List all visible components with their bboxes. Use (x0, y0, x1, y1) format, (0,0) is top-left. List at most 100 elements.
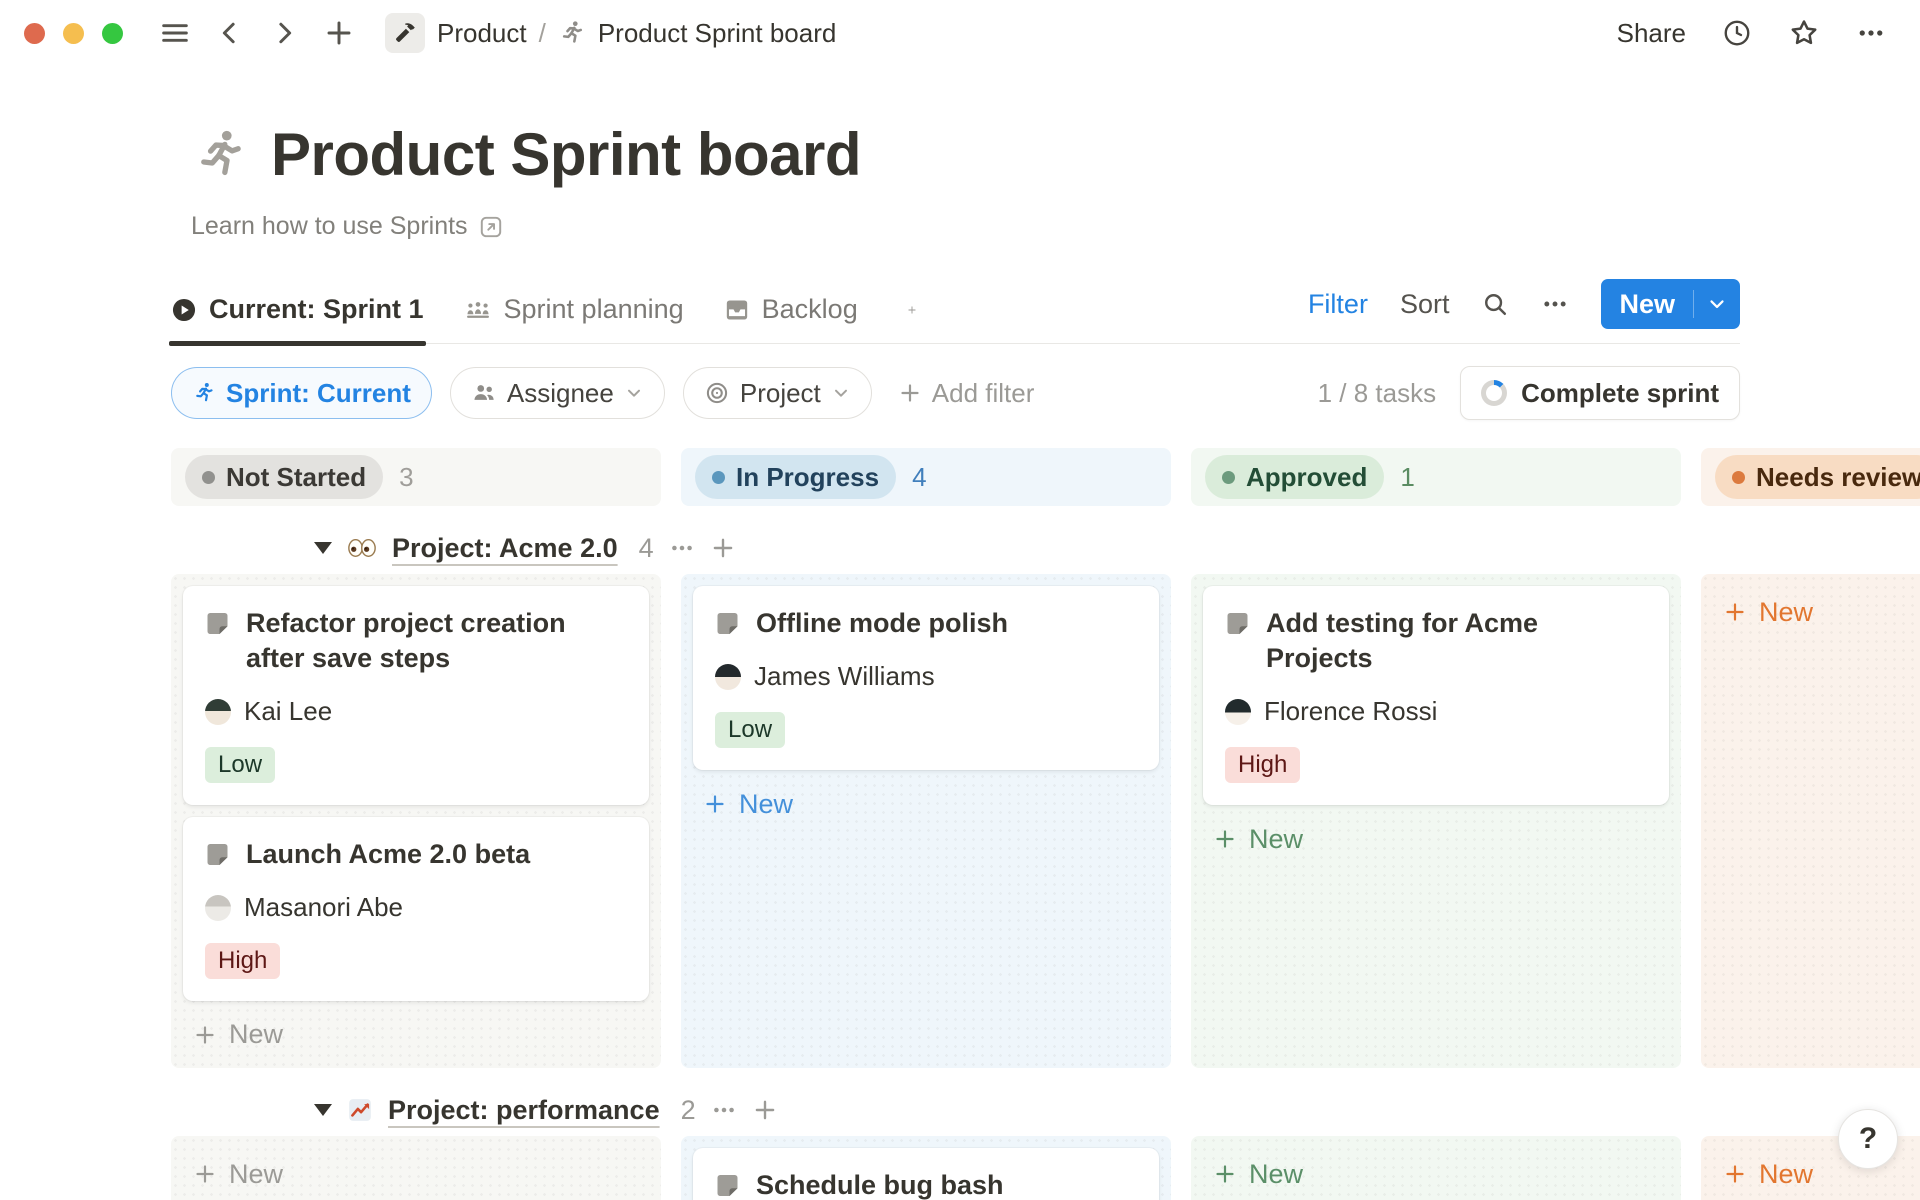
window-zoom-button[interactable] (102, 23, 123, 44)
sidebar-menu-icon[interactable] (159, 17, 191, 49)
lane-in-progress: Offline mode polish James Williams Low N… (681, 574, 1171, 1068)
topbar: Product / Product Sprint board Share (0, 0, 1920, 66)
learn-sprints-link[interactable]: Learn how to use Sprints (191, 212, 468, 241)
plus-icon (898, 381, 922, 405)
sprint-progress-ring (1481, 380, 1507, 406)
breadcrumb-separator: / (539, 18, 546, 49)
group-add-icon[interactable] (752, 1097, 778, 1123)
group-add-icon[interactable] (710, 535, 736, 561)
runner-icon (558, 19, 586, 47)
add-filter-label: Add filter (932, 378, 1035, 409)
status-dot (712, 471, 725, 484)
group-acme-row: Refactor project creation after save ste… (171, 574, 1920, 1068)
column-count: 3 (399, 462, 413, 493)
page-runner-icon[interactable] (191, 126, 249, 184)
share-button[interactable]: Share (1617, 18, 1686, 49)
new-label: New (229, 1159, 283, 1190)
filter-button[interactable]: Filter (1308, 289, 1368, 320)
lane-approved: Add testing for Acme Projects Florence R… (1191, 574, 1681, 1068)
new-task-button[interactable]: New (1713, 590, 1920, 634)
breadcrumb-root[interactable]: Product (437, 18, 527, 49)
tab-current-sprint[interactable]: Current: Sprint 1 (171, 294, 424, 343)
new-task-button[interactable]: New (693, 782, 1159, 826)
people-group-icon (464, 296, 492, 324)
kanban-board: Not Started 3 In Progress 4 Approved 1 N… (171, 448, 1920, 1200)
group-title[interactable]: Project: performance (388, 1095, 660, 1126)
card-title: Offline mode polish (756, 606, 1008, 641)
new-task-split-button[interactable]: New (1601, 279, 1740, 329)
card-title: Schedule bug bash (756, 1168, 1004, 1200)
column-header-not-started[interactable]: Not Started 3 (171, 448, 661, 506)
collapse-triangle-icon[interactable] (314, 542, 332, 554)
new-button-label[interactable]: New (1601, 289, 1693, 320)
group-performance-row: New Schedule bug bash New (171, 1136, 1920, 1200)
window-close-button[interactable] (24, 23, 45, 44)
column-header-in-progress[interactable]: In Progress 4 (681, 448, 1171, 506)
group-options-icon[interactable] (669, 535, 695, 561)
assignee-name: Florence Rossi (1264, 696, 1437, 727)
eyes-emoji (347, 538, 377, 558)
breadcrumb-page[interactable]: Product Sprint board (598, 18, 836, 49)
task-card-bugbash[interactable]: Schedule bug bash (693, 1148, 1159, 1200)
column-count: 4 (912, 462, 926, 493)
teamspace-hammer-icon[interactable] (385, 13, 425, 53)
card-title: Launch Acme 2.0 beta (246, 837, 530, 872)
more-options-icon[interactable] (1856, 18, 1886, 48)
add-view-icon[interactable] (898, 305, 926, 333)
view-options-icon[interactable] (1541, 290, 1569, 318)
forward-icon[interactable] (269, 18, 299, 48)
project-filter-chip[interactable]: Project (683, 367, 872, 419)
search-icon[interactable] (1481, 290, 1509, 318)
breadcrumb: Product / Product Sprint board (385, 13, 836, 53)
avatar (205, 895, 231, 921)
task-card-launch[interactable]: Launch Acme 2.0 beta Masanori Abe High (183, 817, 649, 1001)
external-link-icon[interactable] (478, 214, 504, 240)
complete-sprint-button[interactable]: Complete sprint (1460, 366, 1740, 420)
new-task-button[interactable]: New (1203, 817, 1669, 861)
column-header-approved[interactable]: Approved 1 (1191, 448, 1681, 506)
chip-label: Project (740, 378, 821, 409)
page-doc-icon (205, 611, 230, 636)
group-header-acme: Project: Acme 2.0 4 (314, 532, 1920, 564)
page-content: Product Sprint board Learn how to use Sp… (0, 122, 1920, 1200)
sort-button[interactable]: Sort (1400, 289, 1450, 320)
new-task-button[interactable]: New (183, 1013, 649, 1056)
task-card-offline[interactable]: Offline mode polish James Williams Low (693, 586, 1159, 770)
collapse-triangle-icon[interactable] (314, 1104, 332, 1116)
plus-icon (193, 1023, 217, 1047)
chevron-down-icon (624, 383, 644, 403)
group-title[interactable]: Project: Acme 2.0 (392, 533, 618, 564)
priority-tag: High (1225, 747, 1300, 783)
tab-backlog[interactable]: Backlog (724, 294, 858, 343)
window-controls (24, 23, 123, 44)
assignee-name: Kai Lee (244, 696, 332, 727)
tab-label: Current: Sprint 1 (209, 294, 424, 325)
new-label: New (1249, 824, 1303, 855)
plus-icon (193, 1162, 217, 1186)
new-task-button[interactable]: New (1203, 1152, 1669, 1196)
tab-sprint-planning[interactable]: Sprint planning (464, 294, 684, 343)
assignee-filter-chip[interactable]: Assignee (450, 367, 665, 419)
window-minimize-button[interactable] (63, 23, 84, 44)
tasks-progress: 1 / 8 tasks (1318, 378, 1437, 409)
new-task-button[interactable]: New (183, 1152, 649, 1196)
help-button[interactable]: ? (1838, 1109, 1898, 1169)
group-options-icon[interactable] (711, 1097, 737, 1123)
add-filter-button[interactable]: Add filter (898, 378, 1035, 409)
avatar (1225, 699, 1251, 725)
task-card-refactor[interactable]: Refactor project creation after save ste… (183, 586, 649, 805)
task-card-testing[interactable]: Add testing for Acme Projects Florence R… (1203, 586, 1669, 805)
favorite-star-icon[interactable] (1788, 17, 1820, 49)
back-icon[interactable] (215, 18, 245, 48)
runner-icon (192, 381, 216, 405)
chevron-down-icon (1706, 293, 1728, 315)
column-header-needs-review[interactable]: Needs review (1701, 448, 1920, 506)
complete-sprint-label: Complete sprint (1521, 378, 1719, 409)
group-header-performance: Project: performance 2 (314, 1094, 1920, 1126)
new-button-dropdown[interactable] (1694, 293, 1740, 315)
updates-clock-icon[interactable] (1722, 18, 1752, 48)
sprint-filter-chip[interactable]: Sprint: Current (171, 367, 432, 419)
lane-approved: New (1191, 1136, 1681, 1200)
new-page-icon[interactable] (323, 17, 355, 49)
status-dot (202, 471, 215, 484)
